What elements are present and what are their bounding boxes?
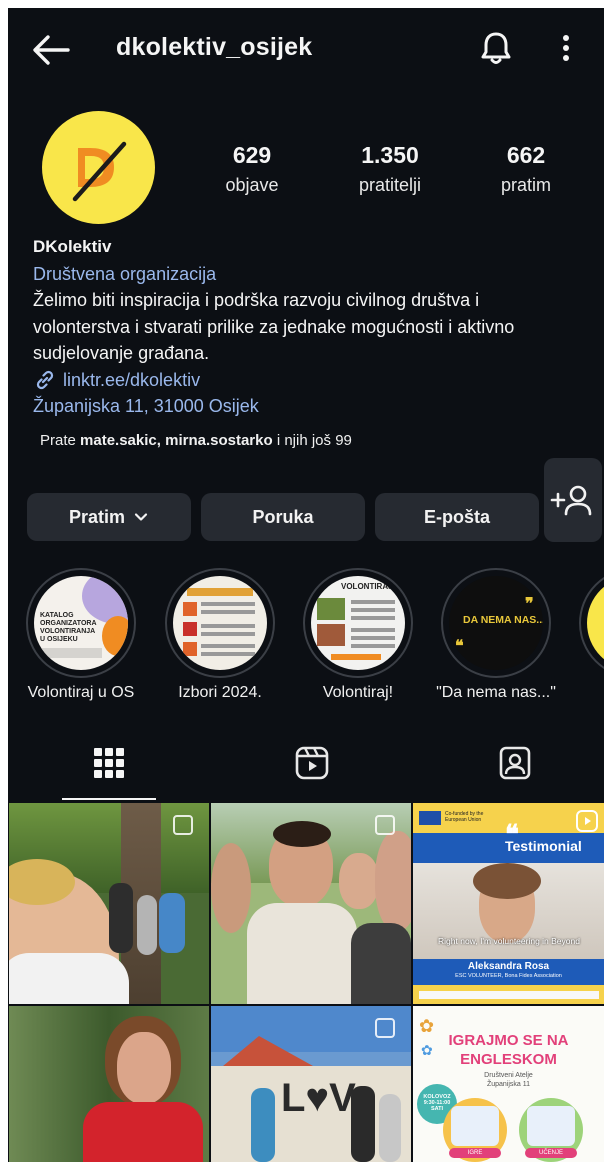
post-tag: IGRE — [449, 1148, 501, 1158]
bell-icon[interactable] — [476, 28, 516, 68]
post-venue: Društveni Atelje — [484, 1072, 533, 1079]
posts-count-label: objave — [225, 175, 279, 195]
top-bar: dkolektiv_osijek — [8, 8, 604, 92]
arrow-left-icon[interactable] — [28, 30, 72, 70]
post-caption-quote: Right now, I'm volunteering in Beyond — [438, 936, 580, 946]
story-highlight[interactable]: ❞ ❝ DA NEMA NAS... — [441, 568, 551, 678]
highlight-cover: VOLONTIRAJ — [311, 576, 405, 670]
highlight-label: Volontiraj u OS — [27, 684, 135, 701]
post-headline: ENGLESKOM — [460, 1051, 557, 1068]
quote-mark-icon: ❞ — [525, 596, 534, 613]
quote-mark-icon: ❝ — [455, 638, 464, 655]
highlight-ring — [579, 568, 604, 678]
followed-by-line[interactable]: Prate mate.sakic, mirna.sostarko i njih … — [33, 428, 593, 455]
multi-post-icon — [173, 815, 193, 835]
quote-mark-icon: ❝ — [505, 819, 519, 849]
eu-funding-note: Co-funded by the European Union — [445, 811, 484, 823]
story-highlight[interactable] — [165, 568, 275, 678]
reels-icon — [576, 810, 598, 832]
add-user-button[interactable] — [544, 458, 602, 542]
highlight-ring: ❞ ❝ DA NEMA NAS... — [441, 568, 551, 678]
following-button-label: Pratim — [68, 506, 126, 527]
followers-count-label: pratitelji — [358, 175, 422, 195]
multi-post-icon — [375, 815, 395, 835]
followed-by-suffix: i njih još 99 — [276, 431, 352, 449]
chevron-down-icon — [134, 513, 148, 521]
highlight-label: Izbori 2024. — [178, 684, 262, 701]
posts-count-value: 629 — [232, 142, 272, 168]
bio-link-text[interactable]: linktr.ee/dkolektiv — [63, 367, 200, 394]
followed-by-user: mate.sakic — [80, 431, 157, 449]
bio-line: volonterstva i stvarati prilike za jedna… — [33, 316, 515, 337]
followers-count[interactable]: 1.350 pratitelji — [330, 142, 450, 196]
profile-address[interactable]: Županijska 11, 31000 Osijek — [33, 393, 593, 420]
profile-username: dkolektiv_osijek — [116, 33, 313, 61]
post-headline: IGRAJMO SE NA — [448, 1032, 569, 1049]
post-thumbnail[interactable] — [211, 803, 411, 1004]
following-count[interactable]: 662 pratim — [466, 142, 586, 196]
followed-by-prefix: Prate — [40, 431, 76, 449]
post-person-role: ESC VOLUNTEER, Bona Fides Association — [455, 973, 562, 979]
profile-screen: dkolektiv_osijek 629 objave 1.350 pratit… — [8, 8, 604, 1162]
bio-line: sudjelovanje građana. — [33, 343, 210, 363]
post-person-name: Aleksandra Rosa — [467, 961, 550, 972]
highlight-cover: ❞ ❝ DA NEMA NAS... — [449, 576, 543, 670]
active-tab-indicator — [62, 798, 156, 800]
bio-link[interactable]: linktr.ee/dkolektiv — [33, 367, 593, 394]
highlight-ring — [165, 568, 275, 678]
link-icon — [36, 370, 54, 389]
posts-count[interactable]: 629 objave — [192, 142, 312, 196]
post-date-sticker: KOLOVOZ 9:30-11:00 SATI — [423, 1094, 451, 1112]
profile-avatar[interactable] — [42, 111, 155, 224]
post-tag: UČENJE — [525, 1148, 577, 1158]
post-thumbnail[interactable]: L♥Ve — [211, 1006, 411, 1162]
highlight-cover: KATALOG ORGANIZATORA VOLONTIRANJA U OSIJ… — [34, 576, 128, 670]
story-highlight[interactable]: VOLONTIRAJ — [303, 568, 413, 678]
more-vertical-icon[interactable] — [554, 28, 578, 68]
profile-display-name: DKolektiv — [33, 237, 112, 256]
followers-count-value: 1.350 — [361, 142, 419, 168]
dkolektiv-logo — [72, 141, 127, 202]
message-button[interactable]: Poruka — [201, 493, 365, 541]
highlight-ring: VOLONTIRAJ — [303, 568, 413, 678]
highlight-ring: KATALOG ORGANIZATORA VOLONTIRANJA U OSIJ… — [26, 568, 136, 678]
following-button[interactable]: Pratim — [27, 493, 191, 541]
post-thumbnail[interactable]: ✿ ✿ IGRAJMO SE NA ENGLESKOM Društveni At… — [413, 1006, 604, 1162]
highlight-cover-text: DA NEMA NAS... — [463, 614, 543, 626]
post-thumbnail[interactable] — [9, 1006, 209, 1162]
highlight-cover-text: KATALOG ORGANIZATORA VOLONTIRANJA U OSIJ… — [40, 612, 97, 643]
highlight-cover — [173, 576, 267, 670]
grid-icon[interactable] — [89, 743, 129, 783]
story-highlight[interactable]: KATALOG ORGANIZATORA VOLONTIRANJA U OSIJ… — [26, 568, 136, 678]
followed-by-separator: , — [156, 431, 161, 449]
profile-bio: DKolektiv Društvena organizacija Želimo … — [33, 234, 593, 454]
following-count-label: pratim — [500, 175, 551, 195]
add-person-icon — [550, 485, 592, 516]
tagged-person-icon[interactable] — [495, 743, 535, 783]
multi-post-icon — [375, 1018, 395, 1038]
email-button[interactable]: E-pošta — [375, 493, 539, 541]
story-highlight[interactable] — [579, 568, 604, 678]
post-thumbnail[interactable] — [9, 803, 209, 1004]
highlight-cover-text: VOLONTIRAJ — [341, 582, 393, 591]
profile-category[interactable]: Društvena organizacija — [33, 261, 593, 288]
highlight-cover — [587, 576, 604, 670]
reels-icon[interactable] — [292, 743, 332, 783]
highlight-label: "Da nema nas..." — [436, 684, 556, 701]
bio-line: Želimo biti inspiracija i podrška razvoj… — [33, 290, 480, 310]
post-thumbnail[interactable]: Co-funded by the European Union Testimon… — [413, 803, 604, 1004]
highlight-label: Volontiraj! — [322, 684, 394, 701]
following-count-value: 662 — [506, 142, 546, 168]
eu-flag-icon — [419, 811, 441, 825]
followed-by-user: mirna.sostarko — [165, 431, 273, 449]
